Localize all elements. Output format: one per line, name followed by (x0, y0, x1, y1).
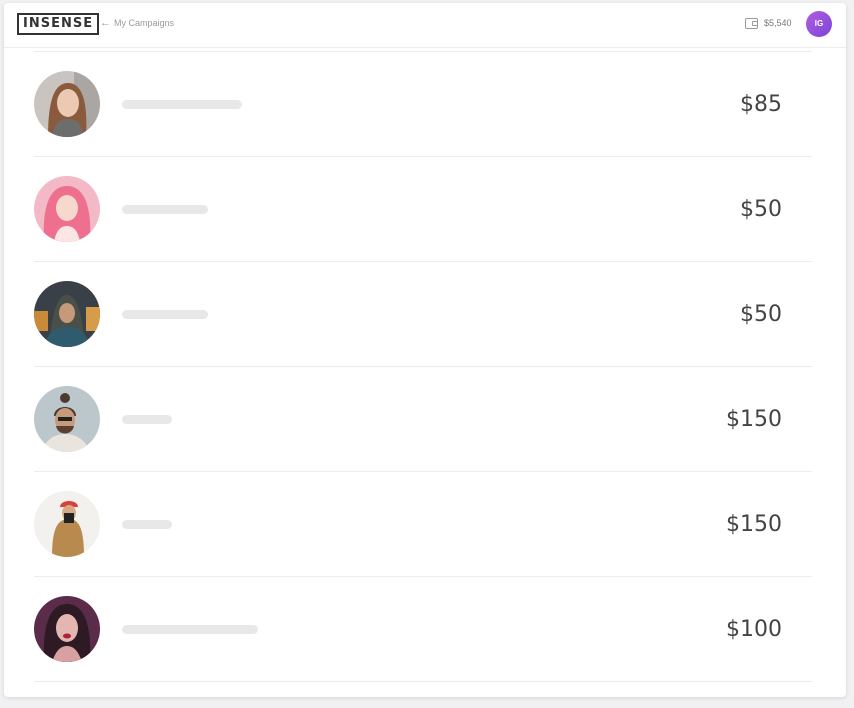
creator-name-placeholder (122, 310, 208, 319)
creator-avatar (34, 71, 100, 137)
creator-price: $50 (740, 197, 782, 222)
creator-avatar (34, 386, 100, 452)
creator-price: $50 (740, 302, 782, 327)
creator-row[interactable]: $50 (34, 261, 812, 366)
creator-name-placeholder (122, 625, 258, 634)
creator-list: $85 $50 $50 $150 $150 $100 (34, 51, 812, 697)
creator-avatar (34, 596, 100, 662)
creator-name-placeholder (122, 205, 208, 214)
creator-name-placeholder (122, 415, 172, 424)
back-link-label: My Campaigns (114, 18, 175, 28)
creator-avatar (34, 491, 100, 557)
creator-row-partial[interactable] (34, 681, 812, 697)
creator-row[interactable]: $150 (34, 471, 812, 576)
app-window: INSENSE ← My Campaigns $5,540 IG $85 $50… (4, 3, 846, 697)
back-to-campaigns-link[interactable]: ← My Campaigns (100, 17, 174, 29)
top-bar: INSENSE ← My Campaigns $5,540 IG (4, 3, 846, 48)
creator-price: $85 (740, 92, 782, 117)
creator-row[interactable]: $50 (34, 156, 812, 261)
creator-name-placeholder (122, 520, 172, 529)
creator-row[interactable]: $150 (34, 366, 812, 471)
creator-price: $100 (726, 617, 782, 642)
creator-avatar (34, 281, 100, 347)
wallet-icon (745, 18, 758, 29)
user-avatar[interactable]: IG (806, 11, 832, 37)
balance-amount[interactable]: $5,540 (764, 17, 792, 29)
creator-price: $150 (726, 512, 782, 537)
creator-row[interactable]: $85 (34, 51, 812, 156)
creator-row[interactable]: $100 (34, 576, 812, 681)
creator-price: $150 (726, 407, 782, 432)
creator-name-placeholder (122, 100, 242, 109)
creator-avatar (34, 176, 100, 242)
back-arrow-icon: ← (100, 17, 111, 29)
insense-logo[interactable]: INSENSE (17, 13, 100, 35)
